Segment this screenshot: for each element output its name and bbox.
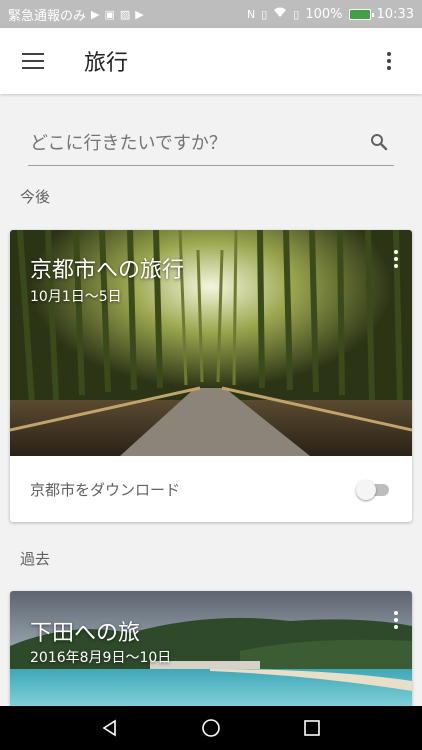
trip-photo[interactable]: 京都市への旅行 10月1日〜5日: [10, 230, 412, 456]
play-icon: ▶: [91, 7, 100, 21]
system-nav-bar: [0, 706, 422, 750]
status-bar: 緊急通報のみ ▶ ▣ ▨ ▶ N ▯ ▯ 100% 10:33: [0, 0, 422, 28]
status-time: 10:33: [376, 6, 414, 22]
section-upcoming-label: 今後: [20, 188, 51, 206]
trip-card-upcoming[interactable]: 京都市への旅行 10月1日〜5日 京都市をダウンロード: [10, 230, 412, 522]
search-placeholder: どこに行きたいですか？: [30, 132, 227, 154]
overflow-menu-button[interactable]: [356, 28, 422, 94]
card-more-vert-icon[interactable]: [394, 250, 398, 268]
page-title: 旅行: [84, 51, 129, 76]
image-icon: ▨: [119, 7, 131, 21]
search-field[interactable]: どこに行きたいですか？: [28, 118, 394, 166]
trip-title: 京都市への旅行: [30, 258, 185, 283]
trip-card-past[interactable]: 下田への旅 2016年8月9日〜10日: [10, 591, 412, 706]
battery-percent: 100%: [305, 6, 343, 22]
battery-icon: [348, 8, 374, 20]
search-icon[interactable]: [370, 133, 388, 151]
download-row: 京都市をダウンロード: [10, 456, 412, 522]
back-icon: [102, 719, 117, 737]
vibrate-icon: ▯: [261, 7, 268, 21]
trip-title: 下田への旅: [30, 621, 141, 646]
download-label: 京都市をダウンロード: [30, 480, 181, 499]
trip-photo[interactable]: 下田への旅 2016年8月9日〜10日: [10, 591, 412, 706]
play-icon: ▶: [135, 7, 144, 21]
download-toggle[interactable]: [356, 479, 392, 500]
home-icon: [202, 719, 220, 737]
sim-icon: ▯: [293, 7, 300, 21]
trip-dates: 2016年8月9日〜10日: [30, 650, 172, 666]
back-button[interactable]: [88, 706, 132, 750]
home-button[interactable]: [189, 706, 233, 750]
hamburger-icon: [22, 53, 44, 69]
status-notification-text: 緊急通報のみ: [8, 8, 87, 24]
card-more-vert-icon[interactable]: [394, 611, 398, 629]
trip-dates: 10月1日〜5日: [30, 289, 122, 305]
recents-button[interactable]: [290, 706, 334, 750]
recents-icon: [303, 720, 320, 736]
notification-icon: ▣: [104, 7, 115, 21]
app-bar: 旅行: [0, 28, 422, 94]
menu-button[interactable]: [0, 28, 66, 94]
wifi-icon: [273, 7, 287, 21]
more-vert-icon: [387, 52, 391, 70]
nfc-icon: N: [247, 7, 256, 21]
section-past-label: 過去: [20, 550, 51, 568]
